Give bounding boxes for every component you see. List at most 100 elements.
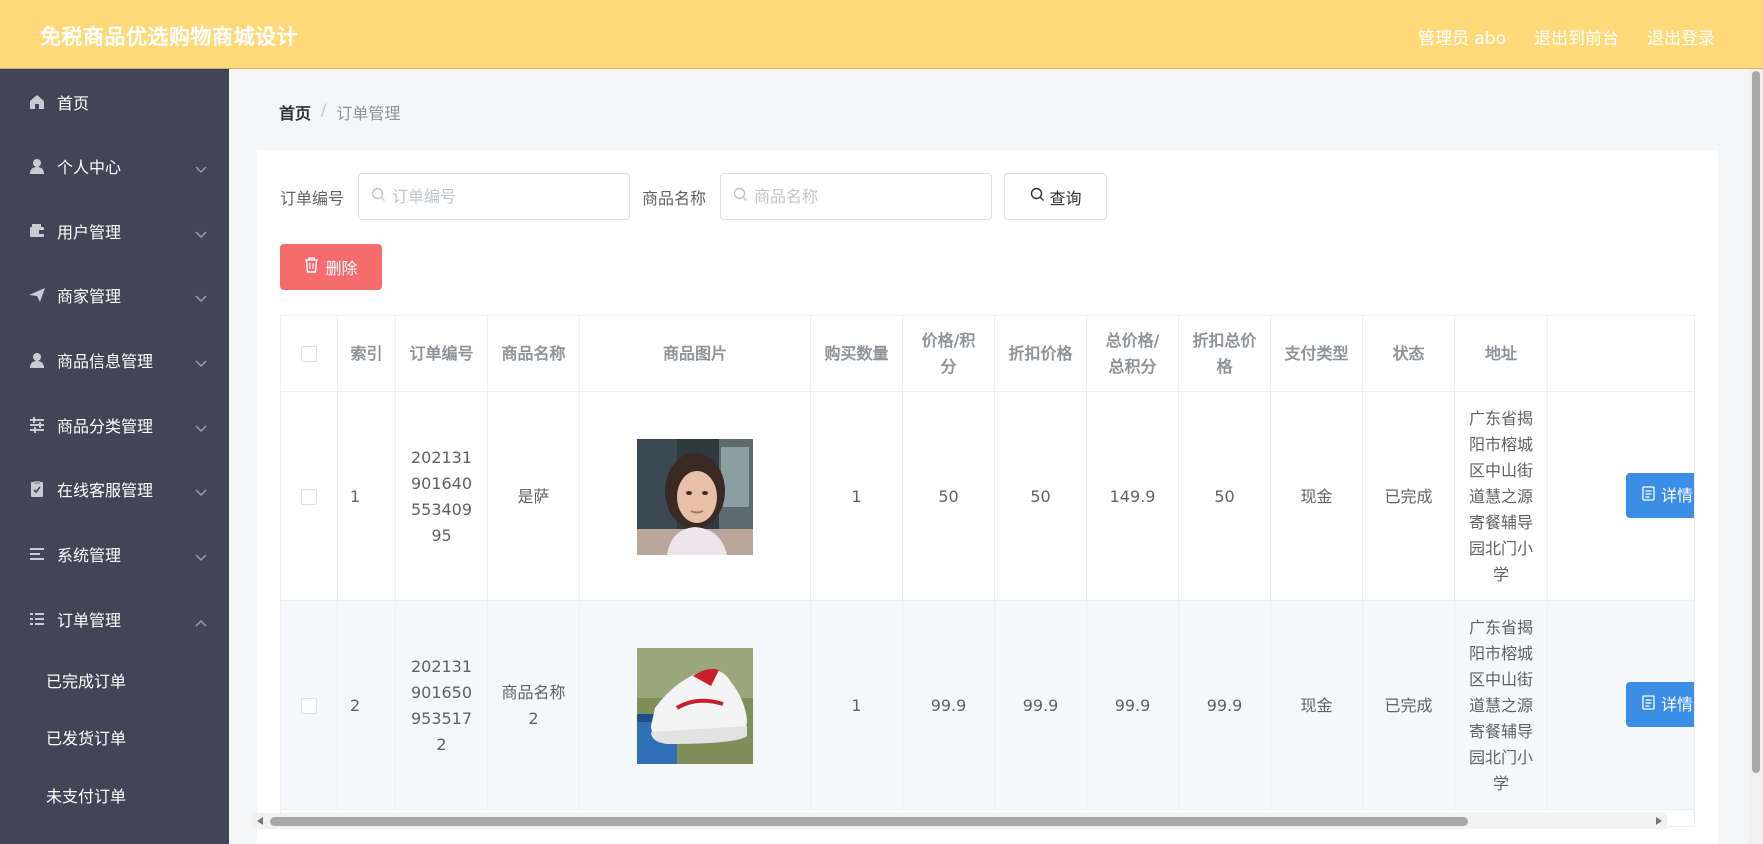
header-quantity: 购买数量 [811,316,903,392]
cell-index: 1 [338,392,396,601]
detail-button[interactable]: 详情 [1626,682,1694,727]
sidebar-item-system-management[interactable]: 系统管理 [0,522,229,586]
sidebar-item-category-management[interactable]: 商品分类管理 [0,393,229,457]
sidebar-item-label: 用户管理 [57,223,122,242]
sidebar-subitem-completed-orders[interactable]: 已完成订单 [0,652,229,708]
home-icon [27,92,47,112]
chevron-down-icon [195,353,207,372]
cell-discount-total: 99.9 [1179,601,1271,810]
sidebar-item-customer-service[interactable]: 在线客服管理 [0,457,229,521]
header-image: 商品图片 [580,316,811,392]
chevron-down-icon [195,418,207,437]
order-number-input[interactable] [392,187,613,206]
delete-button-label: 删除 [325,259,358,278]
row-select-cell [281,392,338,601]
sidebar-item-label: 首页 [57,94,90,113]
horizontal-scroll-thumb[interactable] [270,817,1468,826]
cell-pay-type: 现金 [1271,601,1363,810]
table-header-row: 索引 订单编号 商品名称 商品图片 购买数量 价格/积分 折扣价格 总价格/总积… [281,316,1694,392]
sidebar-item-label: 系统管理 [57,546,122,565]
sidebar-item-merchant-management[interactable]: 商家管理 [0,263,229,327]
header-select-all [281,316,338,392]
header-product-name: 商品名称 [488,316,580,392]
cell-discount-total: 50 [1179,392,1271,601]
search-icon [733,187,748,206]
document-icon [1642,692,1655,718]
user-icon [27,156,47,176]
select-all-checkbox[interactable] [301,345,317,362]
header-status: 状态 [1363,316,1455,392]
cell-actions: 详情 [1548,392,1694,601]
breadcrumb: 首页 / 订单管理 [279,100,400,124]
cell-order-no: 2021319016509535172 [396,601,488,810]
cell-actions: 详情 [1548,601,1694,810]
sidebar-item-personal-center[interactable]: 个人中心 [0,134,229,198]
cell-status: 已完成 [1363,601,1455,810]
vertical-scroll-thumb[interactable] [1752,71,1760,773]
detail-button[interactable]: 详情 [1626,473,1694,518]
order-number-field [358,173,631,220]
order-number-label: 订单编号 [280,188,345,208]
cell-discount-price: 50 [995,392,1087,601]
cell-discount-price: 99.9 [995,601,1087,810]
exit-to-front-link[interactable]: 退出到前台 [1534,24,1619,49]
breadcrumb-home[interactable]: 首页 [279,100,311,124]
sidebar: 首页 个人中心 用户管理 商家管理 商品信息管理 商品分类管理 在线客服管理 系… [0,69,229,844]
chevron-down-icon [195,159,207,178]
top-header: 免税商品优选购物商城设计 管理员 abo 退出到前台 退出登录 [0,0,1763,69]
order-table: 索引 订单编号 商品名称 商品图片 购买数量 价格/积分 折扣价格 总价格/总积… [280,315,1695,827]
app-title: 免税商品优选购物商城设计 [40,25,298,49]
chevron-down-icon [195,288,207,307]
header-index: 索引 [338,316,396,392]
sidebar-item-home[interactable]: 首页 [0,70,229,134]
horizontal-scrollbar[interactable] [252,813,1667,829]
sliders-icon [27,415,47,435]
wallet-icon [27,221,47,241]
list-icon [27,609,47,629]
header-pay-type: 支付类型 [1271,316,1363,392]
sidebar-item-order-management[interactable]: 订单管理 [0,587,229,651]
cell-address: 广东省揭阳市榕城区中山街道慧之源寄餐辅导园北门小学 [1455,392,1548,601]
product-name-field [720,173,993,220]
cell-index: 2 [338,601,396,810]
sidebar-item-user-management[interactable]: 用户管理 [0,199,229,263]
cell-quantity: 1 [811,392,903,601]
cell-total: 149.9 [1087,392,1179,601]
scroll-right-arrow-icon[interactable] [1656,817,1662,825]
delete-button[interactable]: 删除 [280,244,382,290]
scroll-left-arrow-icon[interactable] [257,817,263,825]
sidebar-item-label: 商品分类管理 [57,417,154,436]
admin-user-link[interactable]: 管理员 abo [1418,24,1506,49]
header-actions [1548,316,1694,392]
sidebar-subitem-shipped-orders[interactable]: 已发货订单 [0,709,229,765]
cell-product-name: 商品名称2 [488,601,580,810]
row-checkbox[interactable] [301,488,317,505]
search-form: 订单编号 商品名称 查询 [280,173,1108,220]
user-icon [27,350,47,370]
cell-address: 广东省揭阳市榕城区中山街道慧之源寄餐辅导园北门小学 [1455,601,1548,810]
row-checkbox[interactable] [301,697,317,714]
sidebar-item-label: 在线客服管理 [57,481,154,500]
list-icon [27,544,47,564]
chevron-down-icon [195,547,207,566]
sneaker-photo [637,647,753,764]
main-content: 首页 / 订单管理 订单编号 商品名称 查询 删除 [229,69,1749,844]
chevron-down-icon [195,482,207,501]
cell-price: 99.9 [903,601,995,810]
sidebar-item-product-info[interactable]: 商品信息管理 [0,328,229,392]
vertical-scrollbar[interactable] [1749,69,1763,844]
logout-link[interactable]: 退出登录 [1647,24,1715,49]
breadcrumb-current: 订单管理 [336,104,401,123]
clipboard-icon [27,479,47,499]
search-icon [1030,187,1045,206]
sidebar-subitem-unpaid-orders[interactable]: 未支付订单 [0,767,229,823]
query-button[interactable]: 查询 [1004,173,1108,220]
sidebar-item-label: 订单管理 [57,611,122,630]
cell-image [580,392,811,601]
query-button-label: 查询 [1049,188,1082,208]
trash-icon [304,257,319,277]
header-price: 价格/积分 [903,316,995,392]
cell-product-name: 是萨 [488,392,580,601]
detail-button-label: 详情 [1661,485,1694,505]
product-name-input[interactable] [754,187,975,206]
